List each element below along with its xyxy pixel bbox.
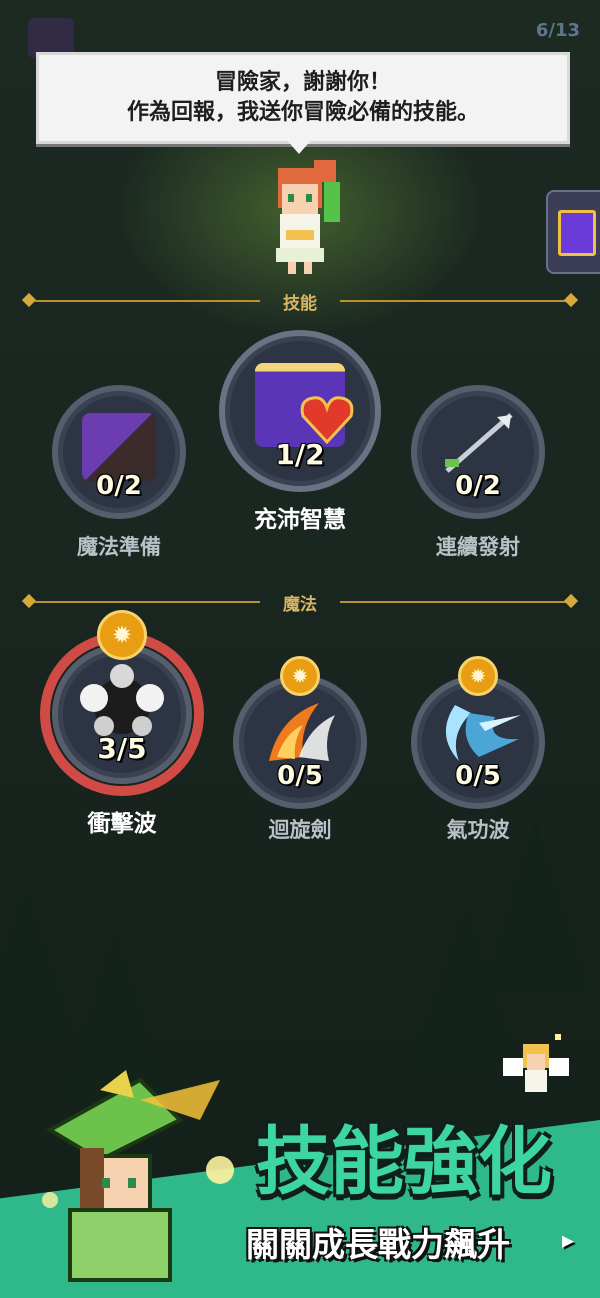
promo-subtitle: 關關成長戰力飆升 bbox=[246, 1225, 510, 1264]
sun-medal-icon: ✹ bbox=[97, 610, 147, 660]
side-spellbook-button[interactable] bbox=[546, 190, 600, 274]
skill-level: 1/2 bbox=[275, 438, 325, 471]
speech-bubble-tail bbox=[285, 138, 313, 154]
skill-level: 0/2 bbox=[455, 470, 501, 501]
stage-counter: 6/13 bbox=[535, 20, 580, 41]
witch-character-art bbox=[42, 1070, 234, 1282]
magic-name: 衝擊波 bbox=[87, 811, 157, 837]
magic-shockwave[interactable]: 3/5 bbox=[52, 644, 192, 784]
skill-rapid-fire[interactable]: 0/2 bbox=[411, 385, 545, 519]
magic-name: 迴旋劍 bbox=[268, 818, 332, 842]
heart-icon bbox=[300, 396, 354, 444]
skill-abundant-wisdom[interactable]: 1/2 bbox=[219, 330, 381, 492]
sun-medal-icon: ✹ bbox=[458, 656, 498, 696]
magic-level: 0/5 bbox=[455, 760, 501, 791]
spinning-sword-icon bbox=[269, 703, 335, 761]
arrow-icon bbox=[445, 413, 513, 473]
angel-character-art bbox=[503, 1034, 569, 1092]
skill-level: 0/2 bbox=[96, 470, 142, 501]
magic-level: 0/5 bbox=[277, 760, 323, 791]
fairy-npc-sprite bbox=[276, 160, 340, 274]
energy-wave-icon bbox=[445, 705, 521, 761]
dialog-line-2: 作為回報，我送你冒險必備的技能。 bbox=[126, 100, 479, 125]
dialog-line-1: 冒險家，謝謝你！ bbox=[214, 70, 391, 95]
promo-title: 技能強化 bbox=[256, 1119, 552, 1205]
skill-name: 連續發射 bbox=[436, 535, 520, 559]
sun-medal-icon: ✹ bbox=[280, 656, 320, 696]
dialog-speech-bubble: 冒險家，謝謝你！ 作為回報，我送你冒險必備的技能。 bbox=[36, 52, 570, 144]
skill-magic-prep[interactable]: 0/2 bbox=[52, 385, 186, 519]
skills-section-divider: 技能 bbox=[21, 291, 579, 314]
magic-section-divider: 魔法 bbox=[21, 592, 579, 615]
magic-name: 氣功波 bbox=[446, 818, 510, 842]
skill-name: 充沛智慧 bbox=[254, 507, 346, 533]
play-arrow-icon: ▸ bbox=[562, 1226, 575, 1254]
skill-name: 魔法準備 bbox=[77, 535, 161, 559]
magic-level: 3/5 bbox=[97, 732, 147, 766]
magic-book-icon bbox=[558, 210, 596, 256]
